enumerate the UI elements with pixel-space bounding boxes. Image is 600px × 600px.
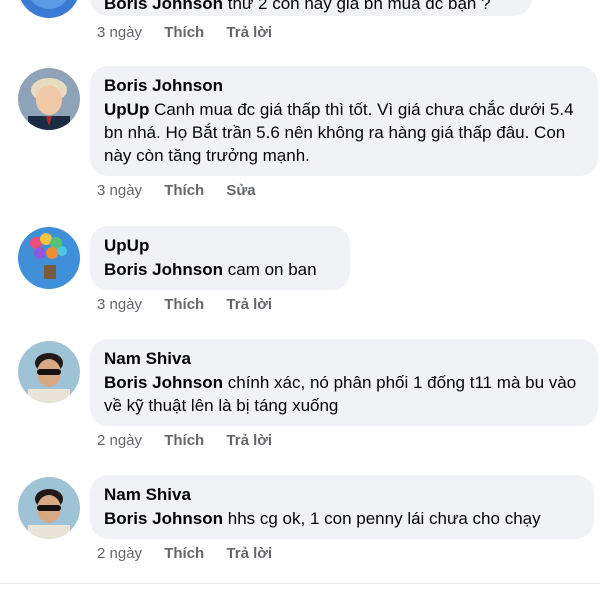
comment-body: hhs cg ok, 1 con penny lái chưa cho chạy [227,509,541,528]
comment-text: Boris Johnson chính xác, nó phân phối 1 … [104,371,584,417]
like-button[interactable]: Thích [164,545,204,562]
comment-actions: 3 ngày Thích Sửa [97,182,274,199]
like-button[interactable]: Thích [164,24,204,41]
avatar[interactable] [18,68,80,130]
reply-button[interactable]: Trả lời [226,545,272,562]
comment-time[interactable]: 3 ngày [97,296,142,313]
comment-actions: 3 ngày Thích Trả lời [97,296,290,313]
comment-author[interactable]: Boris Johnson [104,74,584,98]
like-button[interactable]: Thích [164,432,204,449]
reply-button[interactable]: Trả lời [226,432,272,449]
comment-author[interactable]: Nam Shiva [104,483,580,507]
comment-text: UpUp Canh mua đc giá thấp thì tốt. Vì gi… [104,98,584,167]
comment-actions: 2 ngày Thích Trả lời [97,545,290,562]
divider [0,583,600,584]
edit-button[interactable]: Sửa [226,182,255,199]
comment-body: Canh mua đc giá thấp thì tốt. Vì giá chư… [104,100,574,165]
like-button[interactable]: Thích [164,182,204,199]
comment-text: Boris Johnson cam on ban [104,258,336,281]
comment-author[interactable]: Boris Johnson [104,0,223,13]
comment-author[interactable]: Nam Shiva [104,347,584,371]
like-button[interactable]: Thích [164,296,204,313]
comment-body: cam on ban [227,260,317,279]
comment-bubble: UpUp Boris Johnson cam on ban [90,226,350,290]
comment-time[interactable]: 2 ngày [97,545,142,562]
mention-tag[interactable]: Boris Johnson [104,509,223,528]
mention-tag[interactable]: UpUp [104,100,149,119]
comment-bubble: Nam Shiva Boris Johnson chính xác, nó ph… [90,339,598,426]
comment-text: Boris Johnson hhs cg ok, 1 con penny lái… [104,507,580,530]
comment-actions: 3 ngày Thích Trả lời [97,24,290,41]
mention-tag[interactable]: Boris Johnson [104,260,223,279]
mention-tag[interactable]: Boris Johnson [104,373,223,392]
avatar[interactable] [18,227,80,289]
comment-author[interactable]: UpUp [104,234,336,258]
comment-time[interactable]: 2 ngày [97,432,142,449]
comment-actions: 2 ngày Thích Trả lời [97,432,290,449]
reply-button[interactable]: Trả lời [226,296,272,313]
comment-bubble: Boris Johnson thứ 2 con này giá bn mua d… [90,0,532,16]
comment-bubble: Nam Shiva Boris Johnson hhs cg ok, 1 con… [90,475,594,539]
comment-time[interactable]: 3 ngày [97,182,142,199]
avatar[interactable] [18,341,80,403]
reply-button[interactable]: Trả lời [226,24,272,41]
comment-bubble: Boris Johnson UpUp Canh mua đc giá thấp … [90,66,598,176]
comment-text: Boris Johnson thứ 2 con này giá bn mua d… [104,0,518,16]
comment-body: thứ 2 con này giá bn mua dc bạn ? [227,0,491,13]
avatar[interactable] [18,477,80,539]
comment-time[interactable]: 3 ngày [97,24,142,41]
avatar[interactable] [18,0,80,18]
